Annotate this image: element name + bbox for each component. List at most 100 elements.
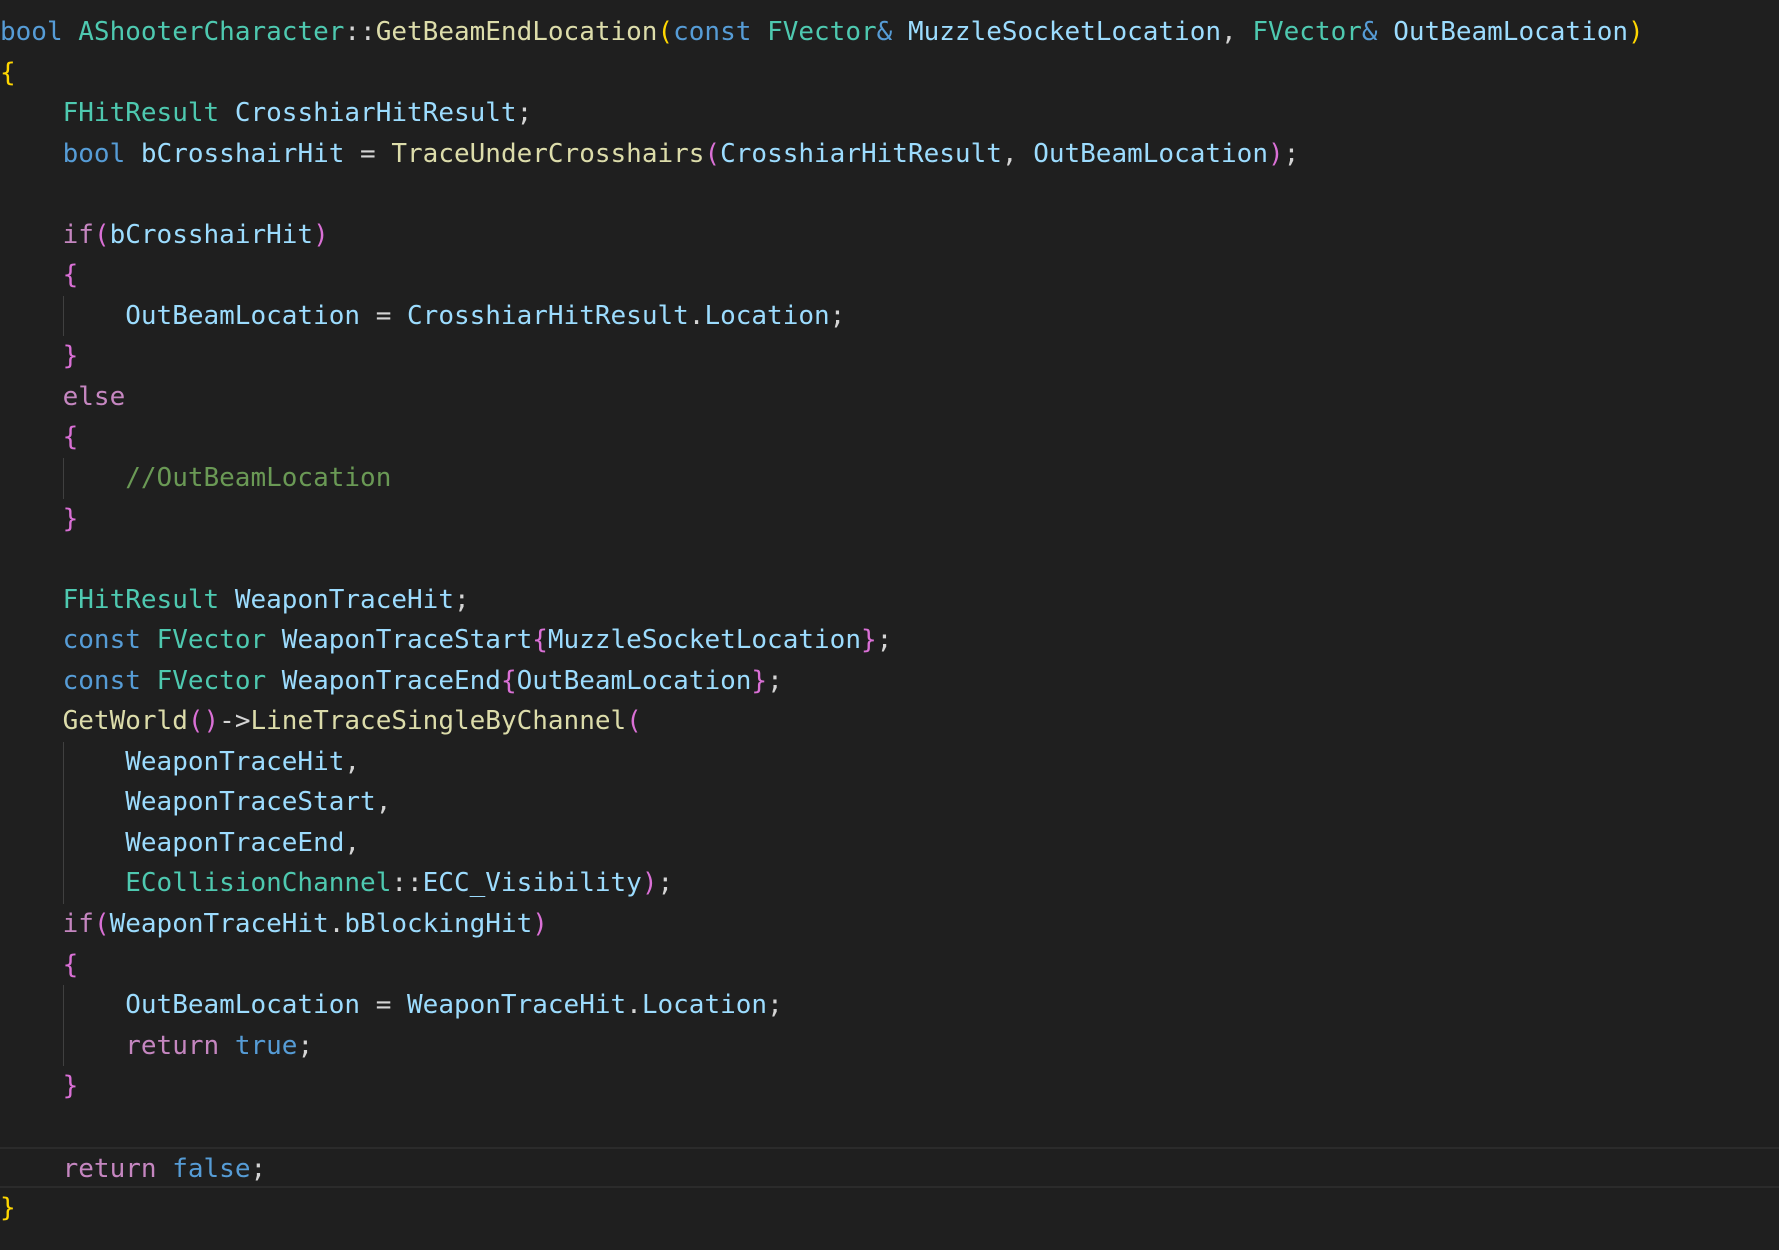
code-token: , [344, 746, 361, 777]
indent-guide [63, 458, 64, 499]
code-token: const [62, 665, 141, 696]
code-line[interactable]: WeaponTraceStart, [0, 782, 1779, 823]
code-token: CrosshiarHitResult [407, 300, 689, 331]
code-token: FHitResult [62, 584, 220, 615]
code-line[interactable]: } [0, 1066, 1779, 1107]
code-token: MuzzleSocketLocation [547, 625, 861, 656]
code-line[interactable]: } [0, 336, 1779, 377]
code-token: ; [516, 98, 533, 129]
indentation [0, 139, 63, 169]
code-token: if [62, 909, 94, 940]
code-line[interactable]: } [0, 499, 1779, 540]
code-token: OutBeamLocation [1033, 138, 1268, 169]
indentation [0, 1154, 63, 1184]
code-line[interactable]: { [0, 255, 1779, 296]
code-token: , [1001, 138, 1034, 169]
code-line[interactable]: if(WeaponTraceHit.bBlockingHit) [0, 904, 1779, 945]
code-token: ( [93, 909, 110, 940]
code-line[interactable]: if(bCrosshairHit) [0, 215, 1779, 256]
code-token: bCrosshairHit [140, 138, 345, 169]
code-token: const [62, 625, 141, 656]
code-token: ; [767, 990, 783, 1021]
code-token: FHitResult [62, 98, 220, 129]
code-line[interactable]: OutBeamLocation = WeaponTraceHit.Locatio… [0, 985, 1779, 1026]
code-line[interactable]: return true; [0, 1025, 1779, 1067]
code-line[interactable]: FHitResult WeaponTraceHit; [0, 580, 1779, 621]
code-line[interactable] [0, 174, 1779, 215]
code-token: ( [626, 706, 642, 737]
code-token: OutBeamLocation [516, 665, 752, 696]
indent-guide [63, 822, 64, 864]
code-token: WeaponTraceHit [234, 584, 454, 615]
code-line[interactable]: else [0, 377, 1779, 418]
code-token: ( [704, 138, 721, 169]
code-line[interactable]: const FVector WeaponTraceStart{MuzzleSoc… [0, 620, 1779, 661]
code-editor[interactable]: bool AShooterCharacter::GetBeamEndLocati… [0, 12, 1779, 1250]
code-token: ( [657, 17, 674, 47]
code-token: WeaponTraceHit [125, 746, 345, 777]
code-line[interactable]: { [0, 417, 1779, 458]
code-token: ; [1283, 138, 1300, 169]
indent-guide [63, 1025, 64, 1067]
code-token: FVector [1252, 17, 1362, 47]
code-line-current[interactable]: return false; [0, 1147, 1779, 1188]
code-token: ( [93, 219, 110, 250]
code-token: WeaponTraceHit [407, 990, 627, 1021]
code-line[interactable]: FHitResult CrosshiarHitResult; [0, 93, 1779, 134]
indentation [0, 909, 63, 939]
code-line[interactable]: } [0, 1188, 1779, 1229]
code-token: WeaponTraceEnd [281, 665, 501, 696]
code-line[interactable]: WeaponTraceHit, [0, 741, 1779, 783]
code-token: () [187, 706, 220, 737]
code-token: { [62, 949, 79, 980]
code-token: CrosshiarHitResult [234, 98, 517, 129]
code-token: WeaponTraceStart [281, 625, 533, 656]
code-token: //OutBeamLocation [125, 463, 392, 494]
code-token: ; [250, 1154, 267, 1185]
code-token: , [375, 787, 392, 818]
indentation [0, 625, 63, 655]
code-token: WeaponTraceStart [125, 787, 376, 818]
code-line[interactable]: bool AShooterCharacter::GetBeamEndLocati… [0, 12, 1779, 53]
code-token: ; [767, 665, 783, 696]
code-token: else [62, 381, 126, 412]
code-token: if [62, 219, 94, 250]
code-line[interactable]: ECollisionChannel::ECC_Visibility); [0, 863, 1779, 905]
code-line[interactable]: { [0, 53, 1779, 94]
code-token: bool [62, 138, 126, 169]
code-line[interactable]: const FVector WeaponTraceEnd{OutBeamLoca… [0, 661, 1779, 702]
code-line[interactable]: GetWorld()->LineTraceSingleByChannel( [0, 701, 1779, 742]
code-line[interactable]: WeaponTraceEnd, [0, 822, 1779, 864]
code-token: , [1221, 17, 1253, 47]
indentation [0, 585, 63, 615]
code-token: . [626, 990, 642, 1021]
code-token: & [876, 17, 893, 47]
code-token: bCrosshairHit [109, 219, 314, 250]
code-token: . [688, 300, 705, 331]
code-line[interactable]: //OutBeamLocation [0, 458, 1779, 499]
code-line[interactable]: OutBeamLocation = CrosshiarHitResult.Loc… [0, 295, 1779, 337]
indentation [0, 950, 63, 980]
code-token: true [234, 1030, 298, 1061]
code-token: MuzzleSocketLocation [907, 17, 1222, 47]
code-token: WeaponTraceEnd [125, 827, 345, 858]
code-token: GetBeamEndLocation [375, 17, 658, 47]
code-line[interactable]: { [0, 945, 1779, 986]
code-token: Location [704, 300, 830, 331]
code-token: ) [641, 868, 658, 899]
code-token: GetWorld [62, 706, 188, 737]
indentation [0, 382, 63, 412]
code-line[interactable] [0, 539, 1779, 580]
code-token: ) [313, 219, 329, 250]
indentation [0, 341, 63, 371]
code-line[interactable]: bool bCrosshairHit = TraceUnderCrosshair… [0, 134, 1779, 175]
code-line[interactable] [0, 1107, 1779, 1148]
code-token: ; [829, 300, 846, 331]
code-token: ; [657, 868, 674, 899]
